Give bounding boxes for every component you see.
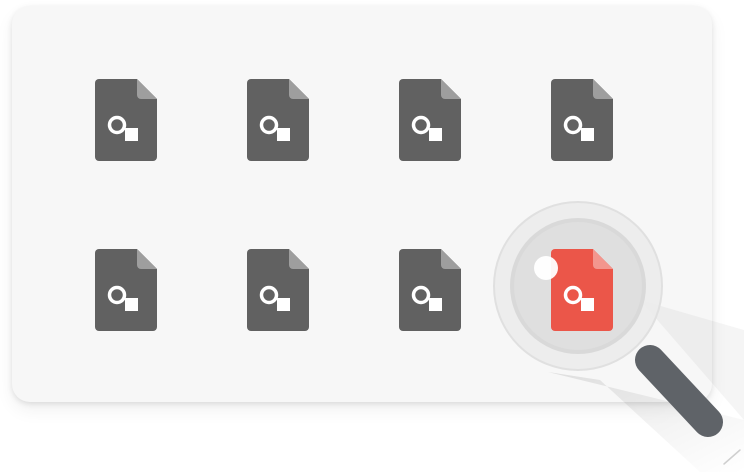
drawing-file-icon (95, 249, 157, 331)
drawing-file-icon (551, 79, 613, 161)
drawing-file-icon (95, 79, 157, 161)
drawing-file-icon (399, 249, 461, 331)
file-grid-card (12, 6, 712, 402)
drawing-file-icon (247, 249, 309, 331)
drawing-file-icon (399, 79, 461, 161)
drawing-file-icon (247, 79, 309, 161)
illustration (0, 0, 744, 472)
